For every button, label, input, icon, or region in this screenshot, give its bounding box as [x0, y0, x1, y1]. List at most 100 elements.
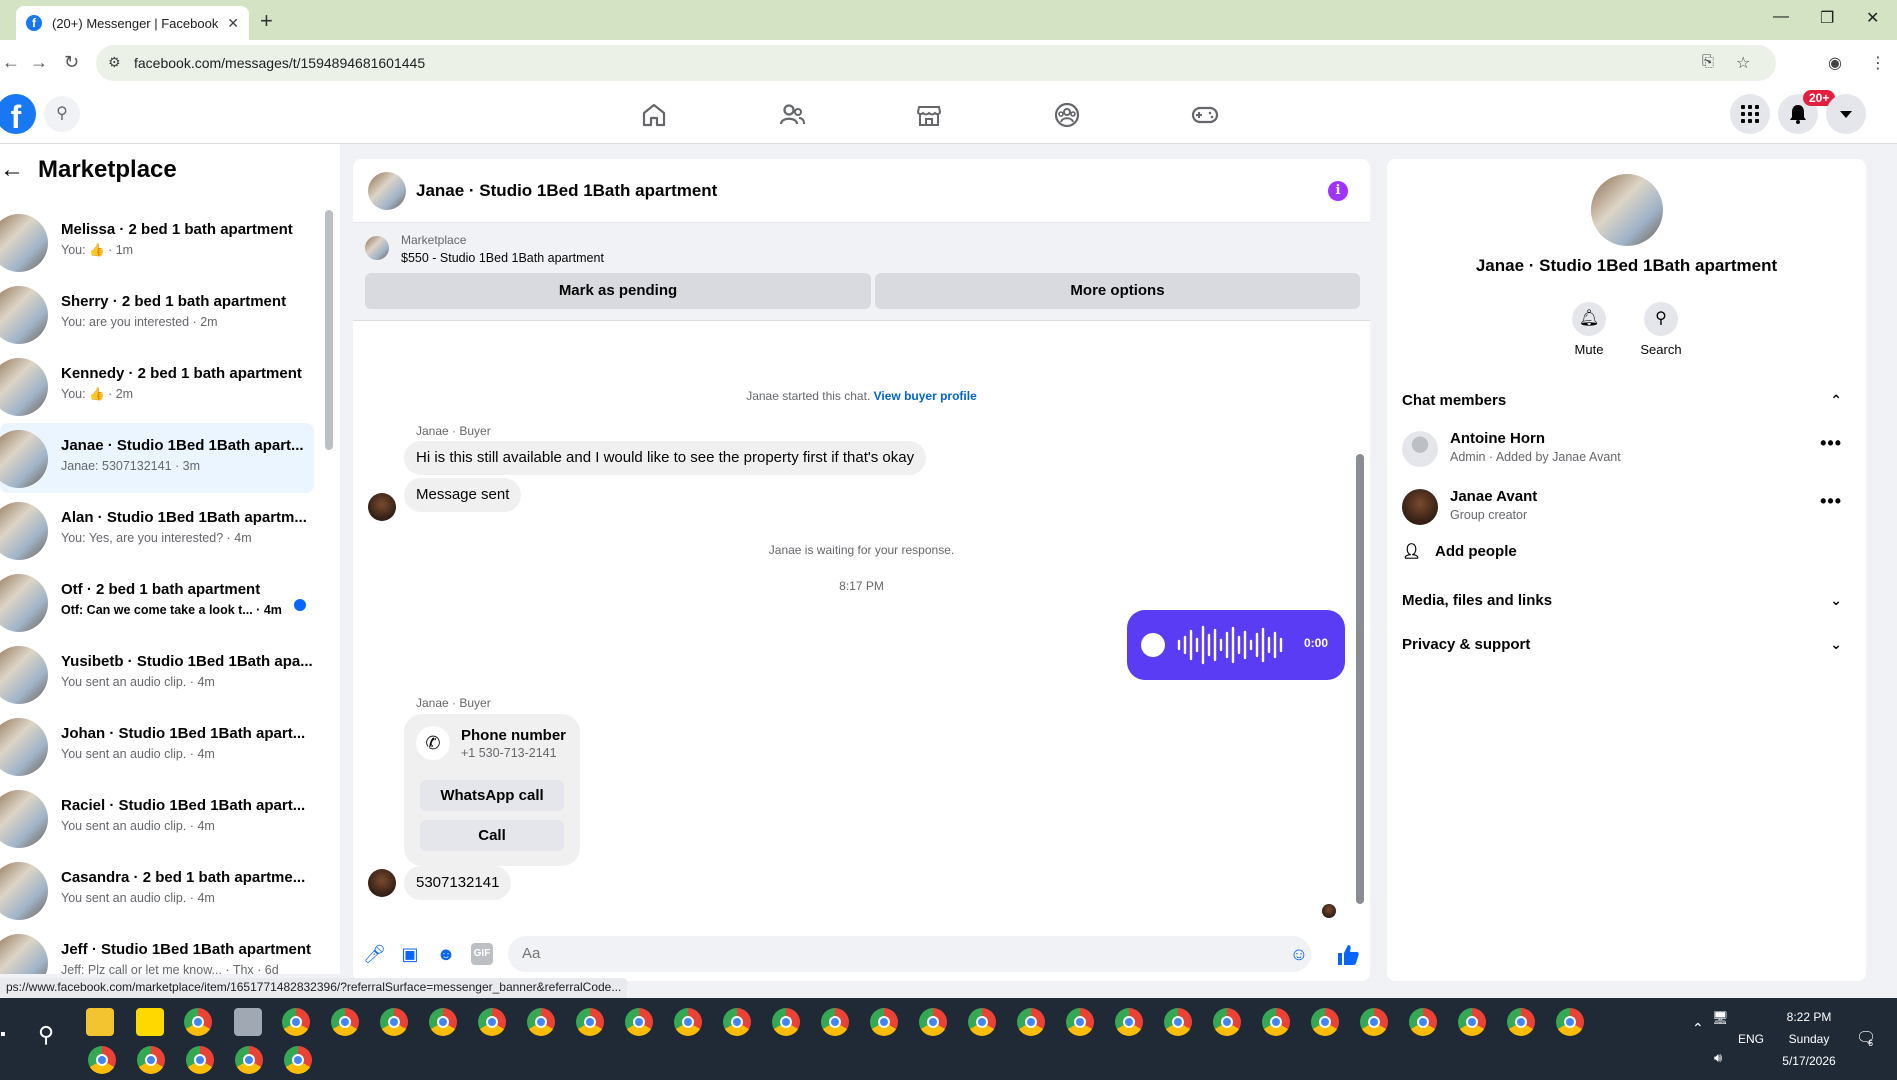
browser-menu-icon[interactable]: ⋮: [1870, 53, 1886, 73]
url-bar[interactable]: ⚙ facebook.com/messages/t/15948946816014…: [96, 45, 1776, 81]
chrome-profile-icon[interactable]: [186, 1046, 214, 1074]
more-icon[interactable]: •••: [1820, 491, 1842, 512]
conversation-item[interactable]: Melissa · 2 bed 1 bath apartment You: 👍 ·…: [0, 207, 314, 277]
info-icon[interactable]: i: [1328, 181, 1348, 201]
whatsapp-call-button[interactable]: WhatsApp call: [420, 780, 564, 811]
chrome-profile-icon[interactable]: [968, 1008, 996, 1036]
clock-day[interactable]: Sunday: [1784, 1032, 1834, 1046]
chrome-profile-icon[interactable]: [625, 1008, 653, 1036]
groups-icon[interactable]: [1052, 100, 1082, 130]
chrome-profile-icon[interactable]: [282, 1008, 310, 1036]
account-chevron-icon[interactable]: [1826, 94, 1866, 134]
profile-icon[interactable]: ◉: [1828, 53, 1842, 73]
bookmark-star-icon[interactable]: ☆: [1736, 53, 1750, 73]
chrome-profile-icon[interactable]: [576, 1008, 604, 1036]
search-icon[interactable]: ⚲: [44, 96, 80, 132]
chat-avatar[interactable]: [368, 172, 406, 210]
emoji-icon[interactable]: ☺: [1288, 943, 1310, 965]
mark-as-pending-button[interactable]: Mark as pending: [365, 273, 871, 309]
restore-icon[interactable]: ❐: [1820, 8, 1834, 28]
site-info-icon[interactable]: ⚙: [108, 54, 121, 71]
chrome-profile-icon[interactable]: [380, 1008, 408, 1036]
incoming-message[interactable]: Hi is this still available and I would l…: [404, 441, 927, 475]
chrome-profile-icon[interactable]: [235, 1046, 263, 1074]
chrome-profile-icon[interactable]: [919, 1008, 947, 1036]
chrome-profile-icon[interactable]: [137, 1046, 165, 1074]
sticky-notes-icon[interactable]: [136, 1008, 164, 1036]
conversation-item[interactable]: Johan · Studio 1Bed 1Bath apart... You se…: [0, 711, 314, 781]
photo-icon[interactable]: ▣: [399, 943, 421, 965]
message-input[interactable]: [508, 936, 1311, 972]
install-app-icon[interactable]: ⎘: [1702, 53, 1714, 70]
gif-icon[interactable]: GIF: [471, 943, 493, 965]
voice-message[interactable]: 0:00: [1127, 610, 1345, 680]
conversation-item[interactable]: Janae · Studio 1Bed 1Bath apart... Janae:…: [0, 423, 314, 493]
chrome-profile-icon[interactable]: [1262, 1008, 1290, 1036]
chrome-profile-icon[interactable]: [1066, 1008, 1094, 1036]
incoming-message[interactable]: Message sent: [404, 478, 522, 512]
more-icon[interactable]: •••: [1820, 433, 1842, 454]
chrome-profile-icon[interactable]: [1507, 1008, 1535, 1036]
chrome-profile-icon[interactable]: [429, 1008, 457, 1036]
chrome-profile-icon[interactable]: [821, 1008, 849, 1036]
volume-icon[interactable]: 🔊︎: [1714, 1050, 1722, 1066]
new-tab-icon[interactable]: +: [260, 8, 273, 34]
conversation-item[interactable]: Alan · Studio 1Bed 1Bath apartm... You: Y…: [0, 495, 314, 565]
show-hidden-icons-icon[interactable]: ⌃: [1692, 1020, 1704, 1037]
reload-icon[interactable]: ↻: [64, 52, 79, 73]
gaming-icon[interactable]: [1190, 100, 1220, 130]
chrome-profile-icon[interactable]: [1409, 1008, 1437, 1036]
left-scrollbar[interactable]: [325, 210, 333, 450]
mute-button[interactable]: 🔔︎ Mute: [1559, 302, 1619, 357]
marketplace-icon[interactable]: [914, 100, 944, 130]
chat-scrollbar[interactable]: [1356, 454, 1364, 904]
sender-avatar[interactable]: [368, 493, 396, 521]
clock-date[interactable]: 5/17/2026: [1777, 1054, 1841, 1068]
chrome-profile-icon[interactable]: [723, 1008, 751, 1036]
member-row[interactable]: Janae Avant Group creator •••: [1402, 485, 1852, 531]
media-files-section[interactable]: Media, files and links ⌄: [1402, 592, 1852, 609]
chrome-profile-icon[interactable]: [88, 1046, 116, 1074]
menu-grid-icon[interactable]: [1730, 94, 1770, 134]
file-explorer-icon[interactable]: [86, 1008, 114, 1036]
conversation-item[interactable]: Otf · 2 bed 1 bath apartment Otf: Can we …: [0, 567, 314, 637]
microphone-icon[interactable]: 🎤︎: [363, 943, 386, 965]
chrome-profile-icon[interactable]: [1017, 1008, 1045, 1036]
search-chat-button[interactable]: ⚲ Search: [1631, 302, 1691, 357]
home-icon[interactable]: [639, 100, 669, 130]
start-icon[interactable]: ▪: [0, 1026, 6, 1044]
forward-icon[interactable]: →: [30, 52, 48, 73]
language-indicator[interactable]: ENG: [1738, 1032, 1764, 1046]
chrome-profile-icon[interactable]: [527, 1008, 555, 1036]
conversation-item[interactable]: Kennedy · 2 bed 1 bath apartment You: 👍 ·…: [0, 351, 314, 421]
chrome-profile-icon[interactable]: [284, 1046, 312, 1074]
add-people-button[interactable]: 👤︎ Add people: [1402, 542, 1531, 560]
back-icon[interactable]: ←: [2, 52, 20, 73]
chrome-profile-icon[interactable]: [331, 1008, 359, 1036]
chrome-profile-icon[interactable]: [674, 1008, 702, 1036]
sticker-icon[interactable]: ☻: [435, 943, 457, 965]
chrome-profile-icon[interactable]: [1311, 1008, 1339, 1036]
notification-center-icon[interactable]: 🗨︎: [1856, 1028, 1876, 1048]
facebook-logo-icon[interactable]: f: [0, 94, 36, 135]
chrome-profile-icon[interactable]: [1360, 1008, 1388, 1036]
member-row[interactable]: Antoine Horn Admin · Added by Janae Avan…: [1402, 427, 1852, 473]
more-options-button[interactable]: More options: [875, 273, 1360, 309]
conversation-item[interactable]: Raciel · Studio 1Bed 1Bath apart... You s…: [0, 783, 314, 853]
chrome-profile-icon[interactable]: [870, 1008, 898, 1036]
chrome-profile-icon[interactable]: [1458, 1008, 1486, 1036]
incoming-message[interactable]: 5307132141: [404, 866, 512, 900]
chrome-icon[interactable]: [184, 1008, 212, 1036]
chrome-profile-icon[interactable]: [1164, 1008, 1192, 1036]
privacy-support-section[interactable]: Privacy & support ⌄: [1402, 636, 1852, 653]
friends-icon[interactable]: [777, 100, 807, 130]
view-buyer-profile-link[interactable]: View buyer profile: [874, 389, 977, 403]
conversation-item[interactable]: Jeff · Studio 1Bed 1Bath apartment Jeff: …: [0, 927, 314, 974]
listing-title[interactable]: $550 - Studio 1Bed 1Bath apartment: [401, 251, 604, 265]
back-arrow-icon[interactable]: ←: [0, 156, 24, 184]
clock-time[interactable]: 8:22 PM: [1784, 1010, 1834, 1024]
chat-members-section[interactable]: Chat members ⌃: [1402, 392, 1852, 409]
thumbs-up-icon[interactable]: [1336, 943, 1360, 967]
call-button[interactable]: Call: [420, 820, 564, 851]
conversation-item[interactable]: Yusibetb · Studio 1Bed 1Bath apa... You s…: [0, 639, 314, 709]
